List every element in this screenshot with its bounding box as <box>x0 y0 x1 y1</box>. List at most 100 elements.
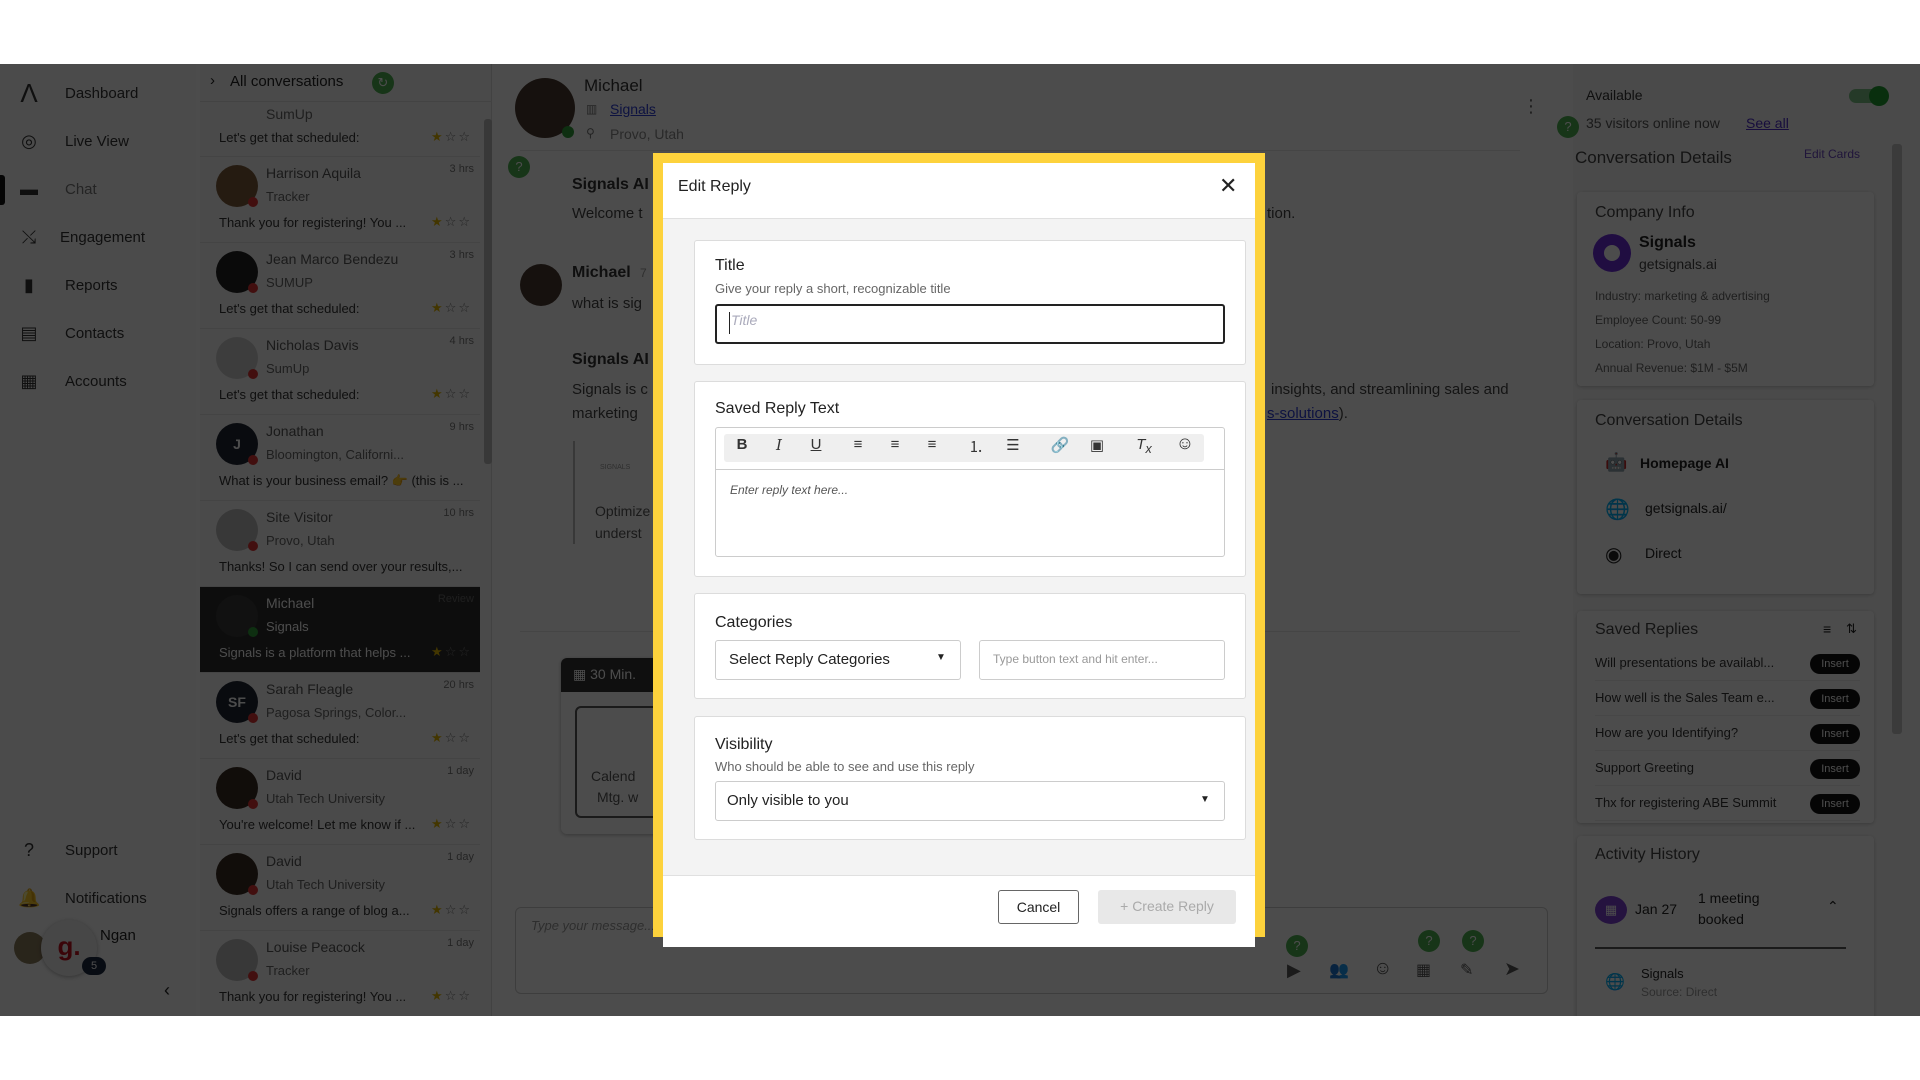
sort-icon[interactable]: ⇅ <box>1846 621 1857 637</box>
conv-name: Sarah Fleagle <box>266 681 354 697</box>
sidebar-item-engagement[interactable]: ⤯ Engagement <box>0 217 196 257</box>
bullet-list-icon[interactable]: ☰ <box>995 436 1031 454</box>
list-item[interactable]: Site Visitor Provo, Utah 10 hrs Thanks! … <box>200 501 480 587</box>
help-icon[interactable]: ? <box>508 156 530 178</box>
send-icon[interactable]: ➤ <box>1504 958 1520 981</box>
link-icon[interactable]: 🔗 <box>1042 436 1078 454</box>
conv-time: 1 day <box>447 937 474 949</box>
list-item[interactable]: Nicholas Davis SumUp 4 hrs Let's get tha… <box>200 329 480 415</box>
sidebar-item-reports[interactable]: ▮ Reports <box>0 265 196 305</box>
sidebar-item-live-view[interactable]: ◎ Live View <box>0 121 196 161</box>
edit-cards-link[interactable]: Edit Cards <box>1804 147 1860 161</box>
close-icon[interactable]: ✕ <box>1219 173 1237 199</box>
video-icon[interactable]: ▶ <box>1287 960 1301 981</box>
conv-time: 20 hrs <box>443 679 474 691</box>
saved-reply-item[interactable]: How well is the Sales Team e... Insert <box>1595 686 1860 716</box>
list-item[interactable]: David Utah Tech University 1 day You're … <box>200 759 480 845</box>
insert-button[interactable]: Insert <box>1810 724 1860 744</box>
list-item[interactable]: David Utah Tech University 1 day Signals… <box>200 845 480 931</box>
sidebar-item-chat[interactable]: ▬ Chat <box>0 169 196 209</box>
sidebar-item-dashboard[interactable]: Λ Dashboard <box>0 73 196 113</box>
list-item[interactable]: SF Sarah Fleagle Pagosa Springs, Color..… <box>200 673 480 759</box>
category-tag-input[interactable]: Type button text and hit enter... <box>979 640 1225 680</box>
insert-button[interactable]: Insert <box>1810 654 1860 674</box>
saved-reply-item[interactable]: Thx for registering ABE Summit Insert <box>1595 791 1860 821</box>
conv-preview: Let's get that scheduled: <box>219 301 360 316</box>
list-item[interactable]: Jean Marco Bendezu SUMUP 3 hrs Let's get… <box>200 243 480 329</box>
star-rating[interactable]: ★☆☆ <box>431 214 472 230</box>
collapse-sidebar-button[interactable]: ‹ <box>164 980 170 1001</box>
conv-preview: What is your business email? 👉 (this is … <box>219 473 464 488</box>
list-item[interactable]: Harrison Aquila Tracker 3 hrs Thank you … <box>200 157 480 243</box>
sidebar-item-contacts[interactable]: ▤ Contacts <box>0 313 196 353</box>
insert-button[interactable]: Insert <box>1810 794 1860 814</box>
insert-button[interactable]: Insert <box>1810 689 1860 709</box>
help-icon[interactable]: ? <box>1286 935 1308 957</box>
list-item[interactable]: Michael Signals Review Signals is a plat… <box>200 587 480 673</box>
list-item[interactable]: J Jonathan Bloomington, Californi... 9 h… <box>200 415 480 501</box>
globe-icon: 🌐 <box>1605 974 1625 991</box>
list-item[interactable]: SumUp Let's get that scheduled: ★☆☆ <box>200 102 480 157</box>
image-icon[interactable]: ▣ <box>1079 436 1115 454</box>
title-input[interactable]: Title <box>715 304 1225 344</box>
more-options-icon[interactable]: ⋮ <box>1522 96 1540 117</box>
see-all-link[interactable]: See all <box>1746 115 1789 131</box>
help-icon[interactable]: ? <box>1557 116 1579 138</box>
list-scrollbar[interactable] <box>484 119 492 464</box>
star-rating[interactable]: ★☆☆ <box>431 129 472 145</box>
emoji-icon[interactable]: ☺ <box>1373 958 1392 980</box>
conv-preview: You're welcome! Let me know if ... <box>219 817 416 832</box>
align-center-icon[interactable]: ≡ <box>877 436 913 453</box>
add-participant-icon[interactable]: 👥 <box>1329 960 1349 980</box>
review-checkbox[interactable]: Review <box>438 593 474 605</box>
calendar-icon[interactable]: ▦ <box>1416 960 1431 980</box>
refresh-icon[interactable]: ↻ <box>372 72 394 94</box>
detail-referrer: Direct <box>1645 545 1682 561</box>
star-rating[interactable]: ★☆☆ <box>431 730 472 746</box>
detail-url[interactable]: getsignals.ai/ <box>1645 500 1727 516</box>
rich-text-editor[interactable]: B I U ≡ ≡ ≡ ⒈ ☰ 🔗 ▣ Tx ☺ Enter reply tex… <box>715 427 1225 557</box>
saved-reply-item[interactable]: Will presentations be availabl... Insert <box>1595 651 1860 681</box>
ordered-list-icon[interactable]: ⒈ <box>958 436 994 457</box>
sidebar-item-accounts[interactable]: ▦ Accounts <box>0 361 196 401</box>
help-icon[interactable]: ? <box>1418 930 1440 952</box>
saved-reply-item[interactable]: How are you Identifying? Insert <box>1595 721 1860 751</box>
star-rating[interactable]: ★☆☆ <box>431 816 472 832</box>
expand-icon[interactable]: › <box>210 72 215 89</box>
clear-format-icon[interactable]: Tx <box>1126 436 1162 456</box>
card-title: Activity History <box>1595 846 1700 863</box>
star-rating[interactable]: ★☆☆ <box>431 902 472 918</box>
star-rating[interactable]: ★☆☆ <box>431 300 472 316</box>
star-rating[interactable]: ★☆☆ <box>431 988 472 1004</box>
message-text: s-solutions). <box>1267 405 1348 422</box>
saved-reply-item[interactable]: Support Greeting Insert <box>1595 756 1860 786</box>
sidebar-item-notifications[interactable]: 🔔 Notifications <box>0 878 196 918</box>
insert-button[interactable]: Insert <box>1810 759 1860 779</box>
section-title: Conversation Details <box>1575 148 1732 167</box>
categories-select[interactable]: Select Reply Categories ▼ <box>715 640 961 680</box>
panel-scrollbar[interactable] <box>1892 144 1902 734</box>
solutions-link[interactable]: s-solutions <box>1267 405 1339 422</box>
calendar-icon: ▦ <box>1595 896 1627 924</box>
italic-icon[interactable]: I <box>761 436 797 454</box>
conv-time: 10 hrs <box>443 507 474 519</box>
saved-reply-icon[interactable]: ✎ <box>1460 960 1473 980</box>
align-left-icon[interactable]: ≡ <box>840 436 876 453</box>
cancel-button[interactable]: Cancel <box>998 890 1079 924</box>
conv-time: 9 hrs <box>449 421 474 433</box>
chevron-up-icon[interactable]: ⌃ <box>1827 898 1839 915</box>
availability-toggle[interactable] <box>1849 86 1889 106</box>
visibility-select[interactable]: Only visible to you ▼ <box>715 781 1225 821</box>
emoji-icon[interactable]: ☺ <box>1167 433 1203 454</box>
star-rating[interactable]: ★☆☆ <box>431 644 472 660</box>
filter-icon[interactable]: ≡ <box>1823 621 1831 637</box>
underline-icon[interactable]: U <box>798 436 834 453</box>
create-reply-button[interactable]: + Create Reply <box>1098 890 1236 924</box>
company-link[interactable]: Signals <box>610 101 656 117</box>
star-rating[interactable]: ★☆☆ <box>431 386 472 402</box>
help-icon[interactable]: ? <box>1462 930 1484 952</box>
list-item[interactable]: Louise Peacock Tracker 1 day Thank you f… <box>200 931 480 1016</box>
bold-icon[interactable]: B <box>724 436 760 453</box>
sidebar-item-support[interactable]: ? Support <box>0 830 196 870</box>
align-right-icon[interactable]: ≡ <box>914 436 950 453</box>
